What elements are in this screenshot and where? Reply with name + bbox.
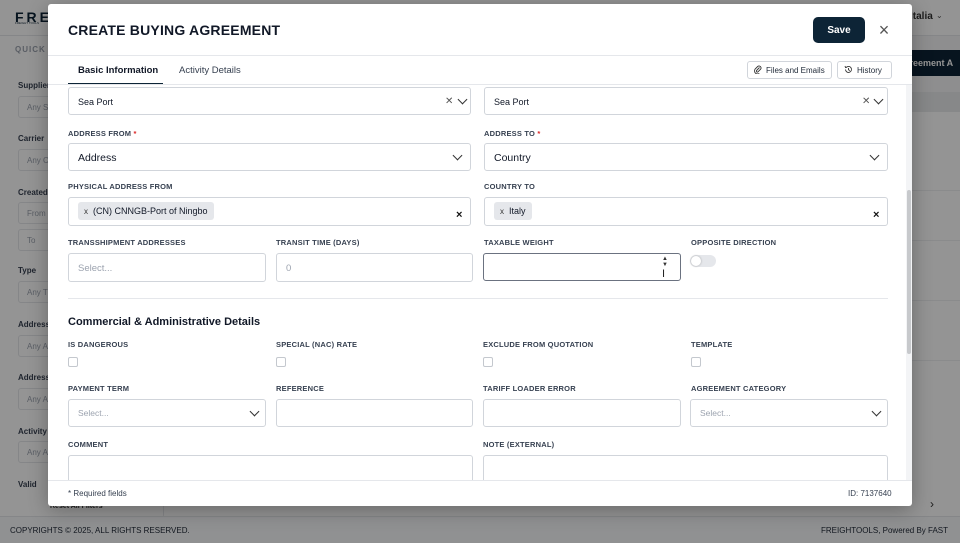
history-label: History	[857, 65, 882, 75]
exclude-quotation-checkbox[interactable]	[483, 357, 493, 367]
transport-to-value: Sea Port	[494, 97, 530, 107]
payment-term-select[interactable]: Select...	[68, 399, 266, 427]
transport-from-select[interactable]: Sea Port ✕	[68, 87, 471, 115]
chevron-down-icon[interactable]	[873, 94, 884, 105]
create-buying-agreement-modal: CREATE BUYING AGREEMENT Save × Basic Inf…	[48, 4, 912, 506]
agreement-category-label: AGREEMENT CATEGORY	[691, 384, 787, 393]
note-external-label: NOTE (EXTERNAL)	[483, 440, 555, 449]
tab-activity-details[interactable]: Activity Details	[179, 65, 241, 76]
special-rate-label: SPECIAL (NAC) RATE	[276, 340, 358, 349]
section-title-commercial: Commercial & Administrative Details	[68, 316, 261, 328]
is-dangerous-label: IS DANGEROUS	[68, 340, 129, 349]
chip-label: Italy	[509, 206, 526, 216]
opposite-direction-label: OPPOSITE DIRECTION	[691, 238, 777, 247]
note-external-textarea[interactable]	[483, 455, 888, 481]
chevron-down-icon[interactable]	[869, 150, 880, 161]
history-icon	[844, 65, 853, 76]
reference-label: REFERENCE	[276, 384, 325, 393]
history-button[interactable]: History	[837, 61, 892, 79]
transshipment-placeholder: Select...	[78, 263, 113, 274]
transit-time-placeholder: 0	[286, 263, 292, 274]
record-id: ID: 7137640	[848, 489, 892, 498]
section-divider	[68, 298, 888, 299]
required-fields-note: * Required fields	[68, 489, 127, 498]
taxable-weight-label: TAXABLE WEIGHT	[484, 238, 554, 247]
close-icon[interactable]: ×	[876, 19, 892, 41]
clear-icon[interactable]: ✕	[445, 96, 453, 107]
tariff-loader-error-input[interactable]	[483, 399, 681, 427]
clear-all-icon[interactable]: ×	[873, 209, 879, 221]
chevron-down-icon[interactable]	[249, 406, 260, 417]
remove-chip-icon[interactable]: x	[500, 207, 504, 216]
tab-basic-information[interactable]: Basic Information	[78, 65, 158, 76]
address-to-value: Country	[494, 152, 531, 164]
selected-chip: x Italy	[494, 202, 532, 220]
transport-to-select[interactable]: Sea Port ✕	[484, 87, 888, 115]
country-to-select[interactable]: x Italy ×	[484, 197, 888, 226]
modal-title: CREATE BUYING AGREEMENT	[68, 22, 281, 38]
chevron-down-icon[interactable]	[871, 406, 882, 417]
save-button[interactable]: Save	[813, 17, 865, 43]
agreement-category-placeholder: Select...	[700, 408, 731, 418]
exclude-quotation-label: EXCLUDE FROM QUOTATION	[483, 340, 594, 349]
physical-address-from-label: PHYSICAL ADDRESS FROM	[68, 182, 173, 191]
address-from-label: ADDRESS FROM *	[68, 129, 137, 138]
comment-label: COMMENT	[68, 440, 109, 449]
chevron-down-icon[interactable]	[452, 150, 463, 161]
taxable-weight-input[interactable]	[483, 253, 681, 281]
opposite-direction-toggle[interactable]	[690, 255, 716, 267]
footer-divider	[48, 480, 912, 481]
transit-time-label: TRANSIT TIME (DAYS)	[276, 238, 360, 247]
agreement-category-select[interactable]: Select...	[690, 399, 888, 427]
template-label: TEMPLATE	[691, 340, 733, 349]
transshipment-label: TRANSSHIPMENT ADDRESSES	[68, 238, 186, 247]
special-rate-checkbox[interactable]	[276, 357, 286, 367]
files-and-emails-button[interactable]: Files and Emails	[747, 61, 832, 79]
selected-chip: x (CN) CNNGB-Port of Ningbo	[78, 202, 214, 220]
physical-address-from-select[interactable]: x (CN) CNNGB-Port of Ningbo ×	[68, 197, 471, 226]
address-from-select[interactable]: Address	[68, 143, 471, 171]
template-checkbox[interactable]	[691, 357, 701, 367]
reference-input[interactable]	[276, 399, 473, 427]
clear-icon[interactable]: ✕	[862, 96, 870, 107]
payment-term-label: PAYMENT TERM	[68, 384, 130, 393]
comment-textarea[interactable]	[68, 455, 473, 481]
chevron-down-icon[interactable]	[457, 94, 468, 105]
files-and-emails-label: Files and Emails	[766, 65, 825, 75]
address-from-value: Address	[78, 152, 117, 164]
transshipment-select[interactable]: Select...	[68, 253, 266, 282]
clear-all-icon[interactable]: ×	[456, 209, 462, 221]
modal-form: Sea Port ✕ Sea Port ✕ ADDRESS FROM * Add…	[48, 85, 912, 481]
header-divider	[48, 55, 912, 56]
chip-label: (CN) CNNGB-Port of Ningbo	[93, 206, 208, 216]
payment-term-placeholder: Select...	[78, 408, 109, 418]
number-spinner-icon[interactable]: ▲ ▼	[662, 256, 668, 268]
paperclip-icon	[754, 65, 762, 76]
is-dangerous-checkbox[interactable]	[68, 357, 78, 367]
address-to-select[interactable]: Country	[484, 143, 888, 171]
text-cursor-icon: I	[662, 268, 666, 280]
address-to-label: ADDRESS TO *	[484, 129, 541, 138]
transit-time-input[interactable]: 0	[276, 253, 473, 282]
transport-from-value: Sea Port	[78, 97, 114, 107]
tariff-loader-error-label: TARIFF LOADER ERROR	[483, 384, 576, 393]
country-to-label: COUNTRY TO	[484, 182, 536, 191]
remove-chip-icon[interactable]: x	[84, 207, 88, 216]
